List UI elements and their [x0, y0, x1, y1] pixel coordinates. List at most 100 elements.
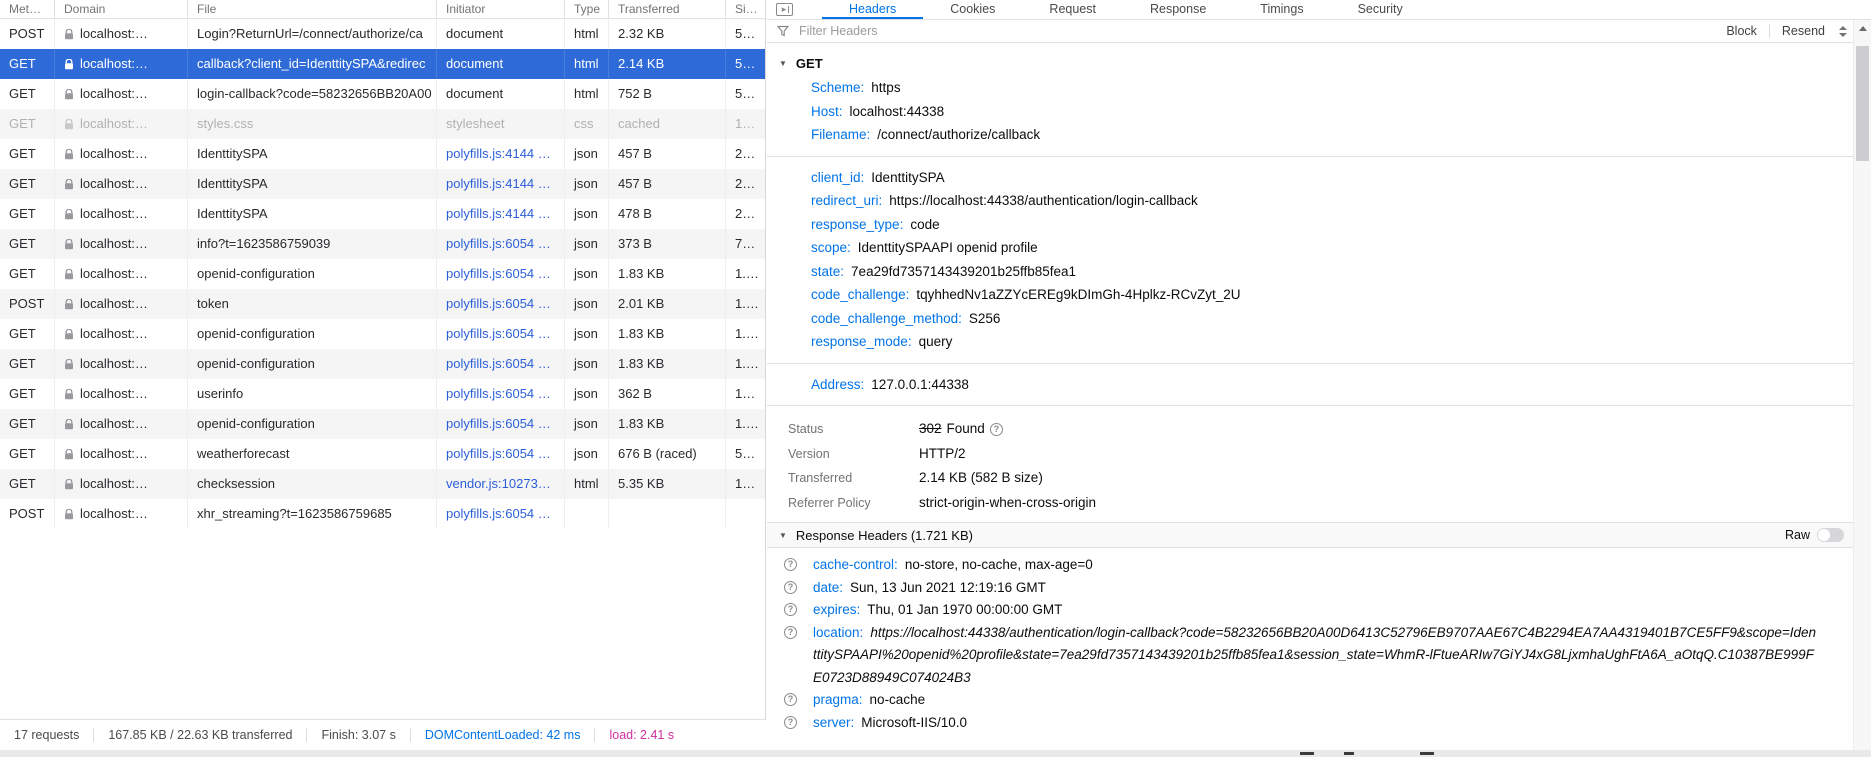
scrollbar-up-arrow-icon[interactable]: [1854, 20, 1871, 36]
header-name: date: [813, 580, 843, 595]
header-help-icon[interactable]: [784, 693, 797, 706]
header-help-icon[interactable]: [784, 603, 797, 616]
file-cell: weatherforecast: [188, 439, 437, 469]
column-header-file[interactable]: File: [188, 0, 437, 18]
table-row[interactable]: POST localhost:… Login?ReturnUrl=/connec…: [0, 19, 765, 49]
header-help-icon[interactable]: [784, 715, 797, 729]
scrollbar-thumb[interactable]: [1856, 46, 1869, 161]
resend-button[interactable]: Resend: [1770, 24, 1837, 38]
request-list-panel: Met… Domain File Initiator Type Transfer…: [0, 0, 766, 757]
tab-security[interactable]: Security: [1331, 0, 1430, 19]
initiator-cell[interactable]: vendor.js:10273…: [437, 469, 565, 499]
column-header-type[interactable]: Type: [565, 0, 609, 18]
table-row[interactable]: GET localhost:… openid-configuration pol…: [0, 409, 765, 439]
header-value: no-cache: [869, 692, 926, 707]
lock-icon: [64, 178, 74, 190]
requests-count: 17 requests: [14, 728, 80, 742]
address-row: Address 127.0.0.1:44338: [779, 373, 1854, 397]
lock-icon: [64, 328, 74, 340]
initiator-cell[interactable]: document: [437, 49, 565, 79]
split-panel-toggle-icon[interactable]: [776, 3, 793, 16]
domcontentloaded-time: DOMContentLoaded: 42 ms: [409, 728, 595, 742]
file-cell: info?t=1623586759039: [188, 229, 437, 259]
table-row[interactable]: GET localhost:… openid-configuration pol…: [0, 319, 765, 349]
tab-request[interactable]: Request: [1022, 0, 1123, 19]
tab-headers[interactable]: Headers: [822, 0, 923, 19]
column-header-initiator[interactable]: Initiator: [437, 0, 565, 18]
header-name: server: [813, 715, 854, 730]
block-button[interactable]: Block: [1714, 24, 1769, 38]
initiator-cell[interactable]: polyfills.js:6054 …: [437, 379, 565, 409]
section-divider: [767, 155, 1854, 157]
response-headers-section-header[interactable]: Response Headers (1.721 KB) Raw: [767, 522, 1854, 548]
request-rows: POST localhost:… Login?ReturnUrl=/connec…: [0, 19, 765, 529]
table-row[interactable]: GET localhost:… openid-configuration pol…: [0, 259, 765, 289]
table-row[interactable]: GET localhost:… callback?client_id=Ident…: [0, 49, 765, 79]
initiator-cell[interactable]: polyfills.js:4144 …: [437, 199, 565, 229]
method-cell: POST: [0, 19, 55, 49]
initiator-cell[interactable]: polyfills.js:6054 …: [437, 319, 565, 349]
table-row[interactable]: GET localhost:… openid-configuration pol…: [0, 349, 765, 379]
table-row[interactable]: POST localhost:… xhr_streaming?t=1623586…: [0, 499, 765, 529]
initiator-cell[interactable]: document: [437, 19, 565, 49]
table-row[interactable]: GET localhost:… login-callback?code=5823…: [0, 79, 765, 109]
status-label: Status: [788, 422, 824, 436]
initiator-cell[interactable]: polyfills.js:4144 …: [437, 139, 565, 169]
details-scrollbar[interactable]: [1853, 20, 1871, 757]
header-help-icon[interactable]: [784, 625, 797, 639]
table-row[interactable]: GET localhost:… IdenttitySPA polyfills.j…: [0, 169, 765, 199]
tab-cookies[interactable]: Cookies: [923, 0, 1022, 19]
initiator-cell[interactable]: document: [437, 79, 565, 109]
domain-text: localhost:…: [80, 176, 148, 191]
resend-dropdown-icon[interactable]: [1839, 25, 1847, 37]
initiator-cell[interactable]: polyfills.js:6054 …: [437, 259, 565, 289]
referrer-policy-value: strict-origin-when-cross-origin: [919, 494, 1097, 510]
header-help-icon[interactable]: [784, 580, 797, 594]
header-kv-row: response_mode query: [779, 330, 1854, 354]
tab-timings[interactable]: Timings: [1233, 0, 1330, 19]
table-row[interactable]: GET localhost:… IdenttitySPA polyfills.j…: [0, 139, 765, 169]
transferred-cell: 676 B (raced): [609, 439, 726, 469]
status-help-icon[interactable]: [989, 422, 1003, 436]
domain-text: localhost:…: [80, 26, 148, 41]
column-header-domain[interactable]: Domain: [55, 0, 188, 18]
header-help-icon[interactable]: [784, 558, 797, 571]
initiator-cell[interactable]: polyfills.js:6054 …: [437, 439, 565, 469]
lock-icon: [64, 358, 74, 370]
filter-headers-input[interactable]: [797, 23, 1715, 39]
initiator-cell[interactable]: polyfills.js:6054 …: [437, 349, 565, 379]
table-row[interactable]: GET localhost:… info?t=1623586759039 pol…: [0, 229, 765, 259]
table-row[interactable]: GET localhost:… userinfo polyfills.js:60…: [0, 379, 765, 409]
domain-cell: localhost:…: [55, 19, 188, 49]
header-kv-row: Scheme https: [779, 76, 1854, 100]
tab-response[interactable]: Response: [1123, 0, 1233, 19]
initiator-cell[interactable]: polyfills.js:6054 …: [437, 289, 565, 319]
initiator-cell[interactable]: polyfills.js:6054 …: [437, 229, 565, 259]
initiator-cell[interactable]: stylesheet: [437, 109, 565, 139]
domain-cell: localhost:…: [55, 409, 188, 439]
header-name: location: [813, 625, 863, 640]
column-header-size[interactable]: Si…: [726, 0, 766, 18]
table-row[interactable]: POST localhost:… token polyfills.js:6054…: [0, 289, 765, 319]
transferred-cell: 752 B: [609, 79, 726, 109]
header-name: response_mode: [811, 334, 912, 349]
table-row[interactable]: GET localhost:… styles.css stylesheet cs…: [0, 109, 765, 139]
header-name: redirect_uri: [811, 193, 882, 208]
devtools-network-panel: Met… Domain File Initiator Type Transfer…: [0, 0, 1871, 757]
request-method-section-header[interactable]: GET: [779, 52, 1854, 76]
column-header-transferred[interactable]: Transferred: [609, 0, 726, 18]
domain-text: localhost:…: [80, 116, 148, 131]
initiator-cell[interactable]: polyfills.js:4144 …: [437, 169, 565, 199]
raw-toggle-switch[interactable]: [1817, 528, 1844, 542]
header-name: Scheme: [811, 80, 864, 95]
initiator-cell[interactable]: polyfills.js:6054 …: [437, 409, 565, 439]
domain-cell: localhost:…: [55, 289, 188, 319]
size-cell: 1.…: [735, 296, 759, 311]
header-kv-row: redirect_uri https://localhost:44338/auth…: [779, 189, 1854, 213]
table-row[interactable]: GET localhost:… weatherforecast polyfill…: [0, 439, 765, 469]
table-row[interactable]: GET localhost:… checksession vendor.js:1…: [0, 469, 765, 499]
column-header-method[interactable]: Met…: [0, 0, 55, 18]
table-row[interactable]: GET localhost:… IdenttitySPA polyfills.j…: [0, 199, 765, 229]
initiator-cell[interactable]: polyfills.js:6054 …: [437, 499, 565, 529]
type-cell: json: [565, 319, 609, 349]
